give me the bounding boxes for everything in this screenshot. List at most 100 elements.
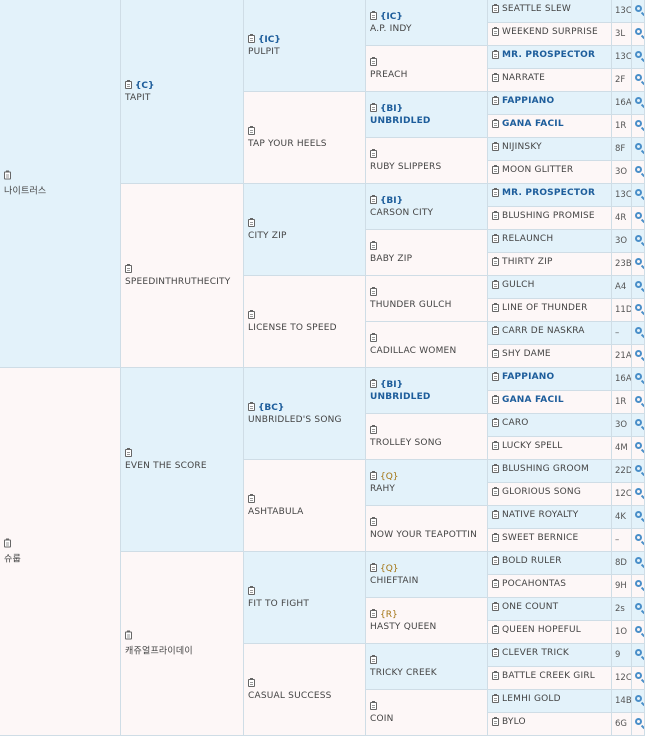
clipboard-icon[interactable] bbox=[370, 701, 377, 710]
clipboard-icon[interactable] bbox=[370, 103, 377, 112]
search-icon[interactable] bbox=[635, 143, 642, 150]
clipboard-icon[interactable] bbox=[370, 149, 377, 158]
gen4-horse-cell[interactable]: BABY ZIP bbox=[366, 230, 488, 276]
horse-name-link[interactable]: NOW YOUR TEAPOTTIN bbox=[370, 530, 485, 540]
search-icon[interactable] bbox=[635, 281, 642, 288]
gen5-horse-cell[interactable]: SHY DAME bbox=[488, 345, 612, 368]
clipboard-icon[interactable] bbox=[125, 630, 132, 640]
gen4-horse-cell[interactable]: {Q} RAHY bbox=[366, 460, 488, 506]
horse-name-link[interactable]: TRICKY CREEK bbox=[370, 668, 485, 678]
horse-name-link[interactable]: NIJINSKY bbox=[502, 142, 542, 152]
clipboard-icon[interactable] bbox=[492, 371, 499, 381]
clipboard-icon[interactable] bbox=[248, 218, 255, 227]
search-cell[interactable] bbox=[632, 184, 645, 207]
clipboard-icon[interactable] bbox=[492, 256, 499, 266]
gen5-horse-cell[interactable]: NARRATE bbox=[488, 69, 612, 92]
search-cell[interactable] bbox=[632, 161, 645, 184]
horse-name-link[interactable]: COIN bbox=[370, 714, 485, 724]
gen5-horse-cell[interactable]: CLEVER TRICK bbox=[488, 644, 612, 667]
horse-name-link[interactable]: THIRTY ZIP bbox=[502, 257, 553, 267]
gen5-horse-cell[interactable]: MR. PROSPECTOR bbox=[488, 46, 612, 69]
gen5-horse-cell[interactable]: RELAUNCH bbox=[488, 230, 612, 253]
gen5-horse-cell[interactable]: THIRTY ZIP bbox=[488, 253, 612, 276]
search-icon[interactable] bbox=[635, 557, 642, 564]
clipboard-icon[interactable] bbox=[125, 448, 132, 457]
horse-name-link[interactable]: LUCKY SPELL bbox=[502, 441, 562, 451]
gen5-horse-cell[interactable]: GLORIOUS SONG bbox=[488, 483, 612, 506]
clipboard-icon[interactable] bbox=[492, 164, 499, 174]
clipboard-icon[interactable] bbox=[492, 555, 499, 565]
horse-name-link[interactable]: PULPIT bbox=[248, 47, 363, 57]
gen5-horse-cell[interactable]: BOLD RULER bbox=[488, 552, 612, 575]
gen1-horse-cell[interactable]: 나이트러스 bbox=[0, 0, 121, 368]
clipboard-icon[interactable] bbox=[125, 264, 132, 273]
gen3-horse-cell[interactable]: CITY ZIP bbox=[244, 184, 366, 276]
horse-name-link[interactable]: SWEET BERNICE bbox=[502, 533, 578, 543]
horse-name-link[interactable]: UNBRIDLED bbox=[370, 392, 485, 402]
clipboard-icon[interactable] bbox=[492, 187, 499, 197]
gen4-horse-cell[interactable]: TRICKY CREEK bbox=[366, 644, 488, 690]
search-icon[interactable] bbox=[635, 5, 642, 12]
horse-name-link[interactable]: A.P. INDY bbox=[370, 24, 485, 34]
clipboard-icon[interactable] bbox=[370, 287, 377, 296]
gen4-horse-cell[interactable]: NOW YOUR TEAPOTTIN bbox=[366, 506, 488, 552]
search-icon[interactable] bbox=[635, 534, 642, 541]
clipboard-icon[interactable] bbox=[4, 538, 11, 548]
search-cell[interactable] bbox=[632, 299, 645, 322]
search-icon[interactable] bbox=[635, 120, 642, 127]
gen5-horse-cell[interactable]: FAPPIANO bbox=[488, 92, 612, 115]
search-icon[interactable] bbox=[635, 189, 642, 196]
search-icon[interactable] bbox=[635, 718, 642, 725]
gen5-horse-cell[interactable]: LUCKY SPELL bbox=[488, 437, 612, 460]
clipboard-icon[interactable] bbox=[492, 72, 499, 82]
search-icon[interactable] bbox=[635, 626, 642, 633]
clipboard-icon[interactable] bbox=[248, 310, 255, 319]
clipboard-icon[interactable] bbox=[492, 95, 499, 105]
gen4-horse-cell[interactable]: {IC} A.P. INDY bbox=[366, 0, 488, 46]
gen5-horse-cell[interactable]: MOON GLITTER bbox=[488, 161, 612, 184]
clipboard-icon[interactable] bbox=[248, 586, 255, 595]
gen5-horse-cell[interactable]: CARR DE NASKRA bbox=[488, 322, 612, 345]
horse-name-link[interactable]: GANA FACIL bbox=[502, 119, 564, 129]
search-icon[interactable] bbox=[635, 212, 642, 219]
clipboard-icon[interactable] bbox=[370, 563, 377, 572]
horse-name-link[interactable]: UNBRIDLED bbox=[370, 116, 485, 126]
search-cell[interactable] bbox=[632, 253, 645, 276]
gen2-horse-cell[interactable]: EVEN THE SCORE bbox=[121, 368, 244, 552]
horse-name-link[interactable]: SPEEDINTHRUTHECITY bbox=[125, 277, 241, 287]
search-icon[interactable] bbox=[635, 695, 642, 702]
clipboard-icon[interactable] bbox=[492, 26, 499, 36]
search-icon[interactable] bbox=[635, 419, 642, 426]
horse-name-link[interactable]: ONE COUNT bbox=[502, 602, 558, 612]
clipboard-icon[interactable] bbox=[370, 471, 377, 480]
search-icon[interactable] bbox=[635, 74, 642, 81]
search-cell[interactable] bbox=[632, 506, 645, 529]
search-icon[interactable] bbox=[635, 350, 642, 357]
clipboard-icon[interactable] bbox=[492, 325, 499, 335]
gen3-horse-cell[interactable]: LICENSE TO SPEED bbox=[244, 276, 366, 368]
clipboard-icon[interactable] bbox=[370, 609, 377, 618]
horse-name-link[interactable]: ASHTABULA bbox=[248, 507, 363, 517]
search-cell[interactable] bbox=[632, 644, 645, 667]
horse-name-link[interactable]: GLORIOUS SONG bbox=[502, 487, 581, 497]
gen5-horse-cell[interactable]: SEATTLE SLEW bbox=[488, 0, 612, 23]
gen5-horse-cell[interactable]: NATIVE ROYALTY bbox=[488, 506, 612, 529]
search-icon[interactable] bbox=[635, 166, 642, 173]
gen5-horse-cell[interactable]: BATTLE CREEK GIRL bbox=[488, 667, 612, 690]
clipboard-icon[interactable] bbox=[370, 195, 377, 204]
search-icon[interactable] bbox=[635, 672, 642, 679]
search-icon[interactable] bbox=[635, 511, 642, 518]
horse-name-link[interactable]: WEEKEND SURPRISE bbox=[502, 27, 598, 37]
search-cell[interactable] bbox=[632, 69, 645, 92]
horse-name-link[interactable]: FIT TO FIGHT bbox=[248, 599, 363, 609]
clipboard-icon[interactable] bbox=[370, 11, 377, 20]
clipboard-icon[interactable] bbox=[492, 49, 499, 59]
search-cell[interactable] bbox=[632, 414, 645, 437]
clipboard-icon[interactable] bbox=[370, 655, 377, 664]
gen2-horse-cell[interactable]: SPEEDINTHRUTHECITY bbox=[121, 184, 244, 368]
clipboard-icon[interactable] bbox=[370, 379, 377, 388]
search-icon[interactable] bbox=[635, 51, 642, 58]
horse-name-link[interactable]: CITY ZIP bbox=[248, 231, 363, 241]
horse-name-link[interactable]: BABY ZIP bbox=[370, 254, 485, 264]
gen4-horse-cell[interactable]: {R} HASTY QUEEN bbox=[366, 598, 488, 644]
